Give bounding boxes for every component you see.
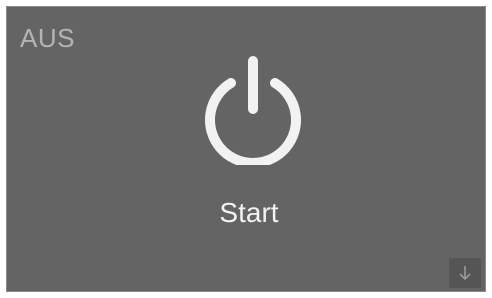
device-screen: AUS Start [6, 6, 486, 292]
status-label: AUS [20, 23, 75, 53]
arrow-down-icon [459, 266, 471, 281]
start-button[interactable]: Start [193, 47, 305, 252]
power-icon [205, 56, 301, 165]
scroll-down-button[interactable] [449, 258, 481, 288]
start-label: Start [219, 197, 279, 228]
